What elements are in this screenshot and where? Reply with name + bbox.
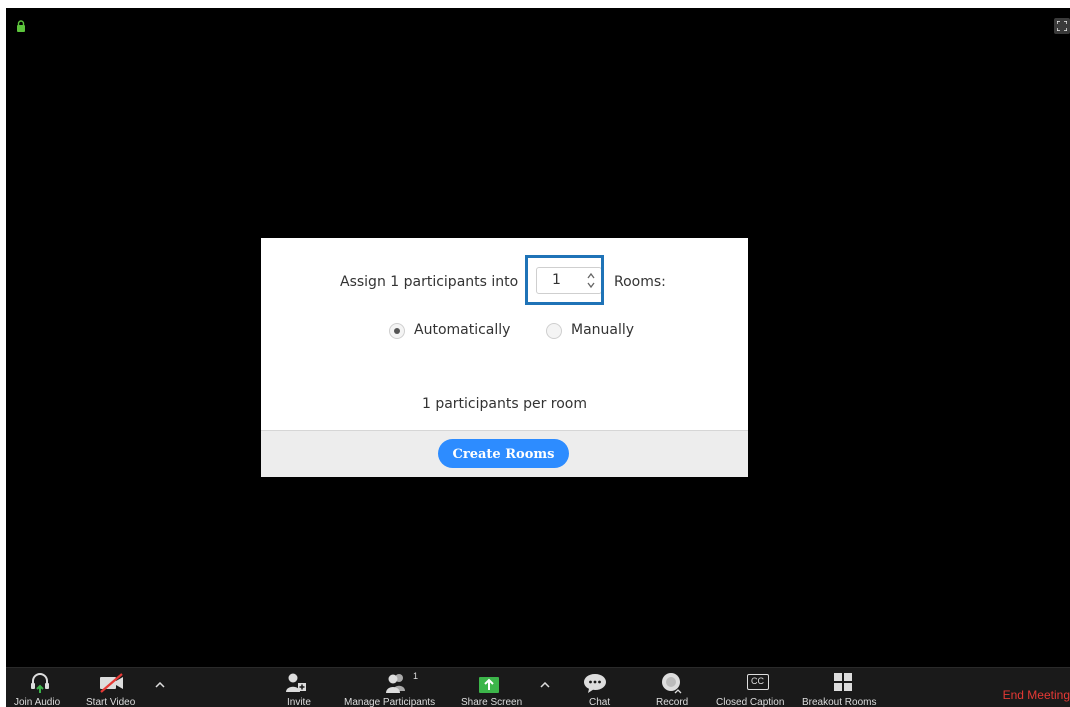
- end-meeting-button[interactable]: End Meeting: [994, 668, 1070, 707]
- radio-selected-dot: [394, 328, 400, 334]
- breakout-rooms-icon: [834, 673, 852, 691]
- manage-participants-label: Manage Participants: [344, 697, 436, 707]
- join-audio-button[interactable]: Join Audio: [6, 668, 68, 707]
- record-icon: [662, 673, 682, 694]
- rooms-label: Rooms:: [614, 274, 666, 290]
- invite-button[interactable]: Invite: [276, 668, 316, 707]
- breakout-rooms-label: Breakout Rooms: [802, 697, 877, 707]
- record-button[interactable]: Record: [652, 668, 692, 707]
- automatically-radio[interactable]: [389, 323, 405, 339]
- share-options-caret-icon[interactable]: [540, 682, 550, 688]
- start-video-label: Start Video: [86, 697, 136, 707]
- share-screen-label: Share Screen: [461, 697, 523, 707]
- cc-glyph: CC: [751, 676, 764, 686]
- participant-count-badge: 1: [413, 671, 419, 681]
- lock-icon[interactable]: [16, 20, 26, 32]
- participants-icon: [386, 674, 405, 693]
- manage-participants-button[interactable]: 1 Manage Participants: [340, 668, 450, 707]
- assign-row: Assign 1 participants into 1 Rooms:: [261, 255, 748, 305]
- assign-label: Assign 1 participants into: [340, 274, 519, 290]
- video-options-caret-icon[interactable]: [155, 682, 165, 688]
- dialog-footer: Create Rooms: [261, 430, 748, 477]
- meeting-toolbar: Join Audio Start Video Invite 1 Manage P…: [6, 667, 1070, 707]
- chat-icon: [584, 674, 606, 693]
- invite-label: Invite: [287, 697, 311, 707]
- breakout-rooms-button[interactable]: Breakout Rooms: [800, 668, 896, 707]
- breakout-rooms-dialog: Assign 1 participants into 1 Rooms: Auto…: [261, 238, 748, 477]
- closed-caption-button[interactable]: CC Closed Caption: [714, 668, 798, 707]
- manually-radio[interactable]: [546, 323, 562, 339]
- create-rooms-button[interactable]: Create Rooms: [438, 439, 569, 468]
- automatically-label[interactable]: Automatically: [414, 322, 510, 338]
- fullscreen-icon[interactable]: [1054, 18, 1070, 34]
- meeting-window: Assign 1 participants into 1 Rooms: Auto…: [6, 8, 1070, 707]
- room-count-highlight: [525, 255, 604, 305]
- manually-label[interactable]: Manually: [571, 322, 634, 338]
- closed-caption-icon: CC: [747, 674, 769, 690]
- assign-method-options: Automatically Manually: [261, 319, 748, 345]
- headphone-icon: [31, 673, 49, 693]
- end-meeting-label: End Meeting: [1002, 688, 1070, 702]
- chat-label: Chat: [589, 697, 611, 707]
- join-audio-label: Join Audio: [14, 697, 61, 707]
- invite-icon: [286, 673, 306, 692]
- share-screen-icon: [479, 677, 499, 693]
- closed-caption-label: Closed Caption: [716, 697, 785, 707]
- chat-button[interactable]: Chat: [576, 668, 616, 707]
- share-screen-button[interactable]: Share Screen: [458, 668, 522, 707]
- record-label: Record: [656, 697, 689, 707]
- start-video-button[interactable]: Start Video: [78, 668, 148, 707]
- participants-per-room-text: 1 participants per room: [421, 396, 588, 412]
- video-off-icon: [100, 673, 123, 693]
